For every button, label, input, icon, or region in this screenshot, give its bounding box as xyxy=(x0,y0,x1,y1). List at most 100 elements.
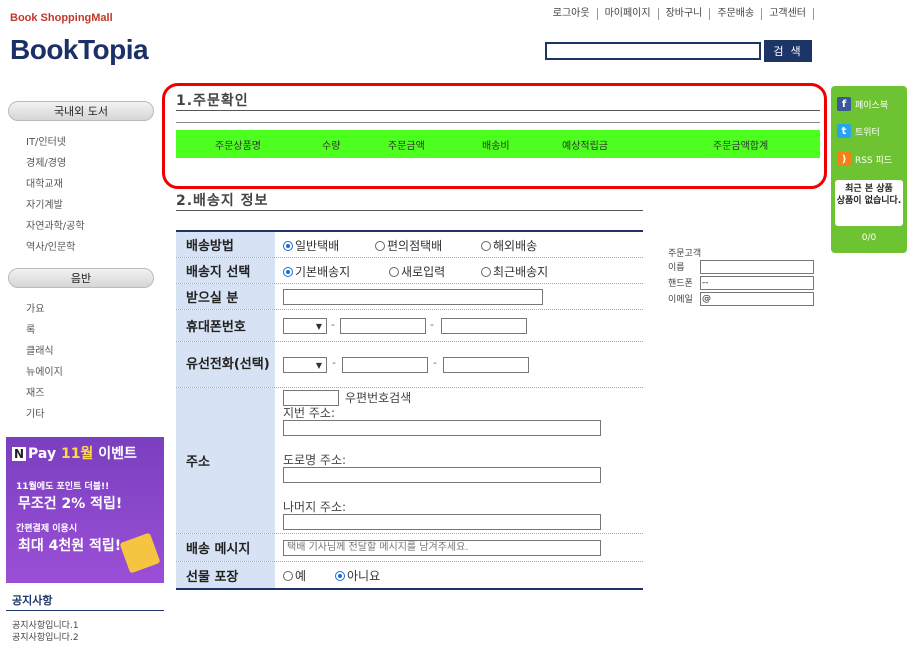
top-nav: 로그아웃 마이페이지 장바구니 주문배송 고객센터 xyxy=(546,8,814,20)
phone-prefix-select[interactable]: ▼ xyxy=(283,357,327,373)
shipping-form: 배송방법 일반택배 편의점택배 해외배송 배송지 선택 기본배송지 새로입력 최… xyxy=(176,230,643,590)
search-input[interactable] xyxy=(545,42,761,60)
delivery-message-input[interactable]: 택배 기사님께 전달할 메시지를 남겨주세요. xyxy=(283,540,601,556)
mobile-prefix-select[interactable]: ▼ xyxy=(283,318,327,334)
road-address-label: 도로명 주소: xyxy=(283,453,347,467)
section2-divider xyxy=(176,210,643,211)
row-address: 주소 우편번호검색 지번 주소: 도로명 주소: 나머지 주소: xyxy=(176,388,643,534)
sidebar-item-self-dev[interactable]: 자기계발 xyxy=(26,195,85,216)
highlight-outline xyxy=(162,83,827,189)
chevron-down-icon: ▼ xyxy=(315,321,322,331)
customer-phone-input[interactable]: -- xyxy=(700,276,814,290)
category-music[interactable]: 음반 xyxy=(8,268,154,288)
customer-name-row: 이름 xyxy=(668,260,814,276)
sidebar-item-history[interactable]: 역사/인문학 xyxy=(26,237,85,258)
radio-gift-yes[interactable]: 예 xyxy=(283,567,306,584)
sidebar-item-classic[interactable]: 클래식 xyxy=(26,341,63,362)
dash-separator: - xyxy=(332,356,336,369)
logout-link[interactable]: 로그아웃 xyxy=(546,8,598,20)
address-select-label: 배송지 선택 xyxy=(176,258,275,283)
notice-title: 공지사항 xyxy=(12,594,53,607)
address-label: 주소 xyxy=(176,388,275,533)
npay-event-banner[interactable]: N Pay 11월 이벤트 11월에도 포인트 더블!! 무조건 2% 적립! 간… xyxy=(6,437,164,583)
postcode-search-link[interactable]: 우편번호검색 xyxy=(345,389,411,406)
phone-last-input[interactable] xyxy=(443,357,529,373)
row-address-select: 배송지 선택 기본배송지 새로입력 최근배송지 xyxy=(176,258,643,284)
banner-pay-word: Pay xyxy=(28,446,57,462)
notice-item[interactable]: 공지사항입니다.1 xyxy=(12,620,79,632)
rest-address-input[interactable] xyxy=(283,514,601,530)
row-phone: 유선전화(선택) ▼ - - xyxy=(176,342,643,388)
phone-label: 유선전화(선택) xyxy=(176,342,275,387)
rss-icon: ) xyxy=(837,152,851,166)
dash-separator: - xyxy=(430,318,434,331)
phone-middle-input[interactable] xyxy=(342,357,428,373)
mobile-middle-input[interactable] xyxy=(340,318,426,334)
radio-unchecked-icon xyxy=(375,240,385,251)
sidebar-item-rock[interactable]: 록 xyxy=(26,320,63,341)
category-domestic-foreign-books[interactable]: 국내외 도서 xyxy=(8,101,154,121)
notice-list: 공지사항입니다.1 공지사항입니다.2 xyxy=(12,620,79,644)
sidebar-item-science[interactable]: 자연과학/공학 xyxy=(26,216,85,237)
radio-default-address[interactable]: 기본배송지 xyxy=(283,263,350,280)
customer-name-label: 이름 xyxy=(668,263,685,273)
banner-headline: N Pay 11월 이벤트 xyxy=(6,443,164,463)
banner-line-5: 최대 4천원 적립! xyxy=(18,538,122,554)
shipping-method-label: 배송방법 xyxy=(176,232,275,257)
brand-logo[interactable]: BookTopia xyxy=(10,34,149,66)
customer-email-input[interactable]: @ xyxy=(700,292,814,306)
customer-name-input[interactable] xyxy=(700,260,814,274)
radio-checked-icon xyxy=(283,266,293,277)
receiver-input[interactable] xyxy=(283,289,543,305)
twitter-link[interactable]: t 트위터 xyxy=(837,124,880,138)
customer-phone-label: 핸드폰 xyxy=(668,279,693,289)
radio-overseas[interactable]: 해외배송 xyxy=(481,237,537,254)
notice-item[interactable]: 공지사항입니다.2 xyxy=(12,632,79,644)
shipping-info-title: 2.배송지 정보 xyxy=(176,193,269,209)
mypage-link[interactable]: 마이페이지 xyxy=(598,8,659,20)
radio-recent-address[interactable]: 최근배송지 xyxy=(481,263,548,280)
receiver-label: 받으실 분 xyxy=(176,284,275,309)
radio-unchecked-icon xyxy=(389,266,399,277)
radio-gift-no[interactable]: 아니요 xyxy=(335,567,380,584)
jibun-address-label: 지번 주소: xyxy=(283,406,336,420)
banner-event-word: 이벤트 xyxy=(98,446,137,462)
mobile-last-input[interactable] xyxy=(441,318,527,334)
radio-new-address[interactable]: 새로입력 xyxy=(389,263,445,280)
dash-separator: - xyxy=(433,356,437,369)
cart-link[interactable]: 장바구니 xyxy=(659,8,711,20)
road-address-input[interactable] xyxy=(283,467,601,483)
mobile-label: 휴대폰번호 xyxy=(176,310,275,341)
notice-divider xyxy=(6,610,164,611)
music-category-list: 가요 록 클래식 뉴에이지 재즈 기타 xyxy=(26,299,63,425)
facebook-link[interactable]: f 페이스북 xyxy=(837,97,888,111)
radio-checked-icon xyxy=(283,240,293,251)
chevron-down-icon: ▼ xyxy=(315,360,322,370)
sidebar-item-it[interactable]: IT/인터넷 xyxy=(26,132,85,153)
customer-center-link[interactable]: 고객센터 xyxy=(762,8,814,20)
customer-phone-row: 핸드폰 -- xyxy=(668,276,814,292)
book-category-list: IT/인터넷 경제/경영 대학교재 자기계발 자연과학/공학 역사/인문학 xyxy=(26,132,85,258)
search-button[interactable]: 검 색 xyxy=(764,40,812,62)
sidebar-item-economy[interactable]: 경제/경영 xyxy=(26,153,85,174)
banner-line-4: 간편결제 이용시 xyxy=(16,524,78,534)
order-delivery-link[interactable]: 주문배송 xyxy=(710,8,763,20)
dash-separator: - xyxy=(331,318,335,331)
radio-convenience-store[interactable]: 편의점택배 xyxy=(375,237,442,254)
sidebar-item-jazz[interactable]: 재즈 xyxy=(26,383,63,404)
recent-products-count: 0/0 xyxy=(861,233,877,243)
brand-subtitle: Book ShoppingMall xyxy=(10,12,113,24)
banner-line-3: 무조건 2% 적립! xyxy=(18,496,123,512)
jibun-address-input[interactable] xyxy=(283,420,601,436)
radio-standard-delivery[interactable]: 일반택배 xyxy=(283,237,339,254)
sidebar-item-textbook[interactable]: 대학교재 xyxy=(26,174,85,195)
sidebar-item-kpop[interactable]: 가요 xyxy=(26,299,63,320)
row-shipping-method: 배송방법 일반택배 편의점택배 해외배송 xyxy=(176,232,643,258)
gift-icon xyxy=(119,532,161,574)
rss-link[interactable]: ) RSS 피드 xyxy=(837,152,892,166)
banner-month: 11월 xyxy=(60,446,94,462)
row-gift-wrap: 선물 포장 예 아니요 xyxy=(176,562,643,588)
recent-products-box: 최근 본 상품 상품이 없습니다. xyxy=(835,180,903,226)
sidebar-item-etc[interactable]: 기타 xyxy=(26,404,63,425)
sidebar-item-newage[interactable]: 뉴에이지 xyxy=(26,362,63,383)
